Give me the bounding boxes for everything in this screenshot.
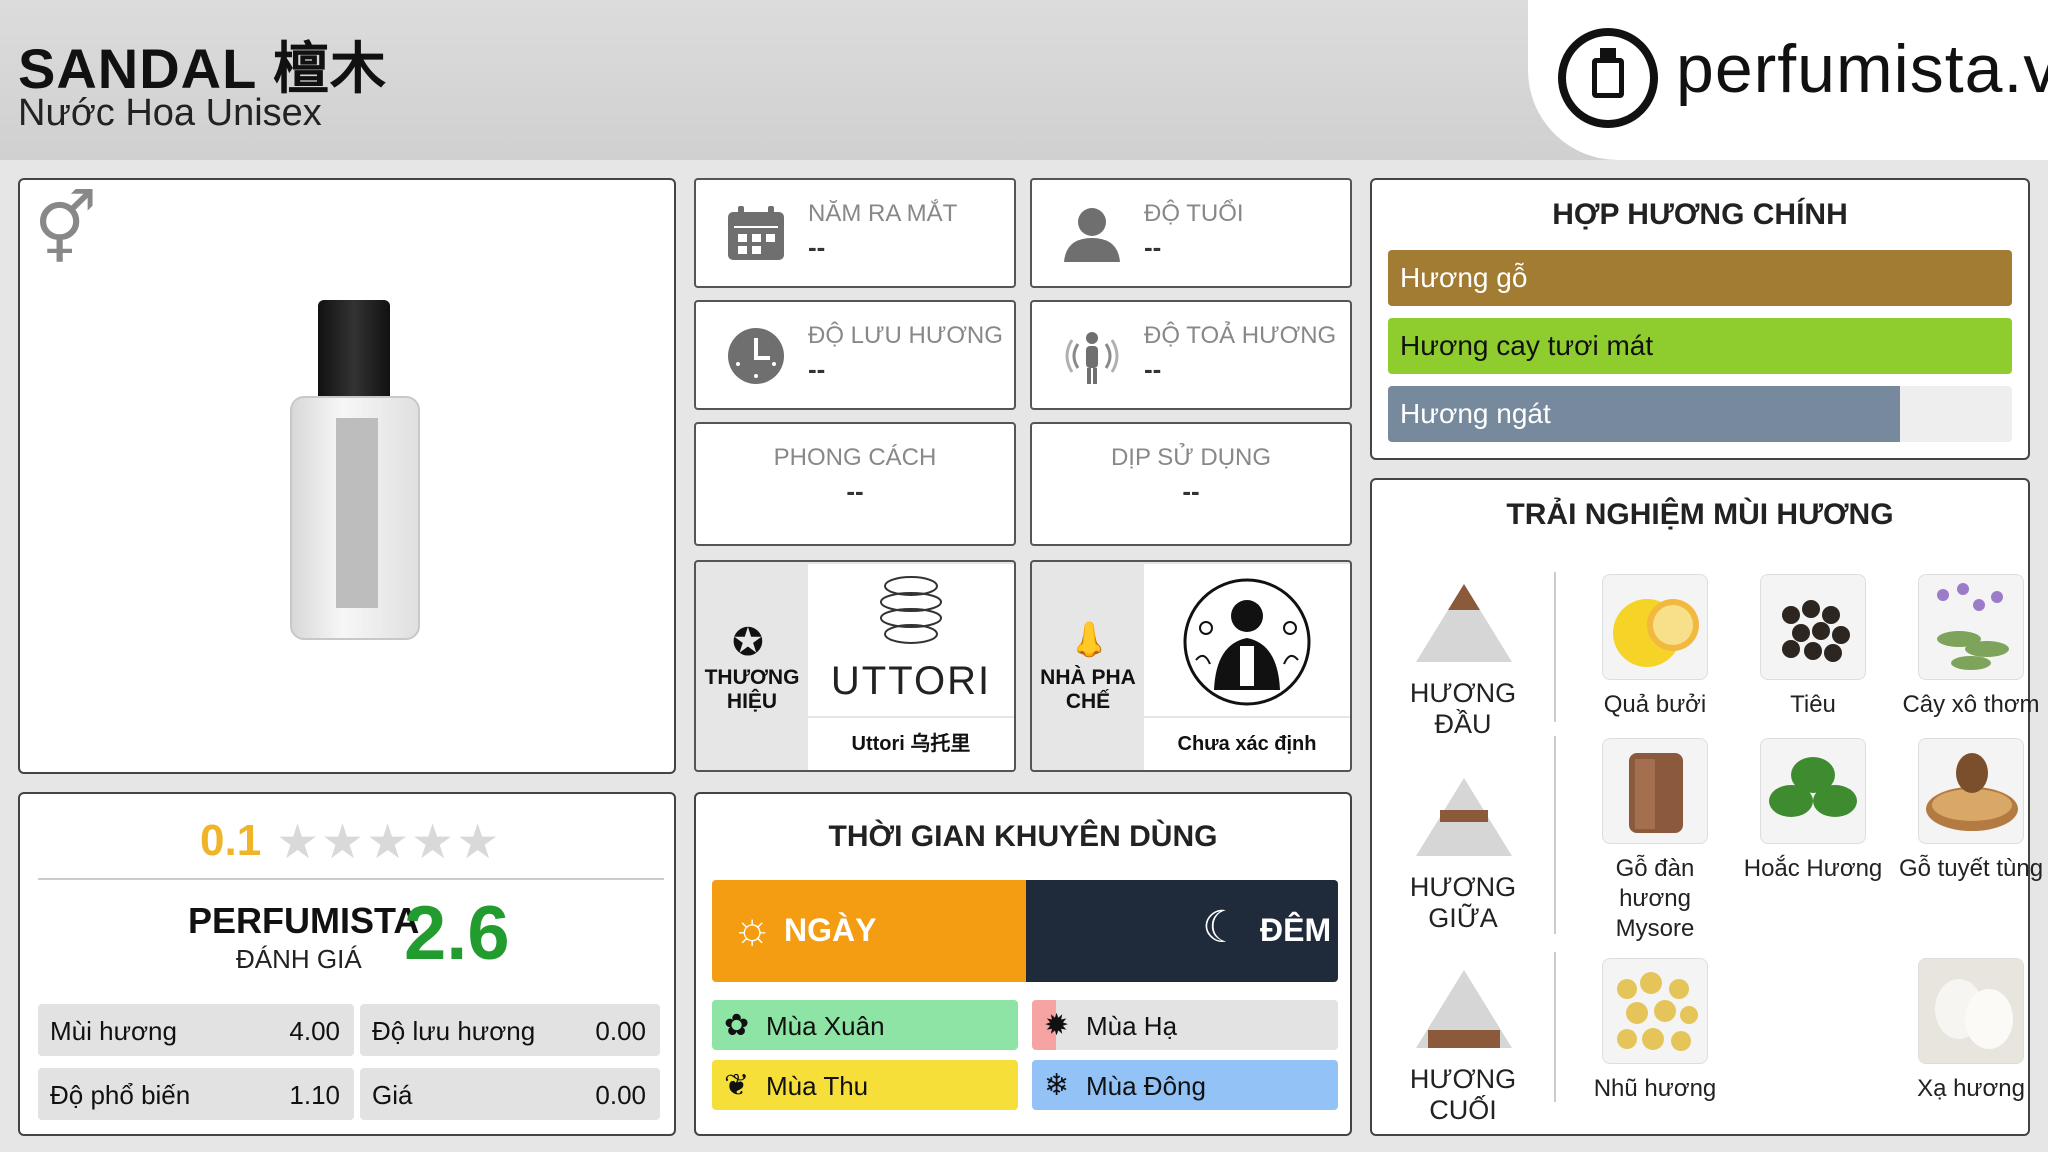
accord-item[interactable]: Hương gỗ	[1388, 250, 2012, 306]
logo-text: perfumista.vn	[1676, 31, 2048, 107]
perfumista-label: PERFUMISTA	[188, 900, 420, 941]
flower-icon: ✿	[724, 1009, 750, 1042]
sun-season-icon: ✹	[1044, 1009, 1070, 1042]
day-label: NGÀY	[784, 912, 877, 948]
divider	[1554, 952, 1556, 1102]
time-title: THỜI GIAN KHUYÊN DÙNG	[828, 820, 1218, 853]
season-spring[interactable]: ✿ Mùa Xuân	[712, 1000, 1018, 1050]
night-label: ĐÊM	[1260, 912, 1332, 948]
perfume-subtitle: Nước Hoa Unisex	[18, 92, 322, 134]
sillage-card: ĐỘ TOẢ HƯƠNG --	[1030, 300, 1352, 410]
age-value: --	[1144, 232, 1162, 262]
release-year-value: --	[808, 232, 826, 262]
middle-notes-label: HƯƠNG GIỮA	[1409, 872, 1517, 933]
perfume-bottle-image	[290, 300, 420, 640]
night-block[interactable]: ☾ ĐÊM	[1026, 880, 1338, 982]
style-value: --	[846, 476, 864, 506]
sillage-person-icon	[1065, 332, 1119, 384]
longevity-card: ĐỘ LƯU HƯƠNG --	[694, 300, 1016, 410]
moon-icon: ☾	[1202, 903, 1242, 952]
unisex-gender-icon: ⚥	[34, 190, 98, 268]
style-label: PHONG CÁCH	[773, 444, 937, 471]
divider	[1554, 572, 1556, 722]
perfumista-score: 2.6	[404, 891, 510, 976]
note-patchouli[interactable]: Hoắc Hương	[1738, 738, 1888, 884]
longevity-label: ĐỘ LƯU HƯƠNG	[808, 322, 1003, 349]
note-mysore-sandalwood[interactable]: Gỗ đàn hương Mysore	[1580, 738, 1730, 944]
nose-icon: 👃	[1068, 621, 1111, 659]
brand-star-icon: ✪	[732, 622, 764, 664]
user-icon	[1064, 208, 1120, 262]
svg-text:UTTORI: UTTORI	[831, 659, 991, 703]
product-image-card: ⚥	[18, 178, 676, 774]
divider	[1554, 736, 1556, 934]
note-frankincense[interactable]: Nhũ hương	[1580, 958, 1730, 1104]
perfumer-name: Chưa xác định	[1144, 718, 1350, 770]
clock-icon	[728, 328, 784, 384]
notes-title: TRẢI NGHIỆM MÙI HƯƠNG	[1506, 498, 1894, 531]
occasion-card: DỊP SỬ DỤNG --	[1030, 422, 1352, 546]
occasion-label: DỊP SỬ DỤNG	[1110, 444, 1272, 471]
star-rating[interactable]: ★★★★★	[276, 814, 501, 870]
perfume-bottle-logo-icon	[1558, 28, 1658, 128]
accord-item[interactable]: Hương ngát	[1388, 386, 2012, 442]
brand-card[interactable]: ✪ THƯƠNG HIỆU UTTORI Uttori 乌托里	[694, 560, 1016, 772]
season-winter[interactable]: ❄ Mùa Đông	[1032, 1060, 1338, 1110]
top-notes-label: HƯƠNG ĐẦU	[1409, 678, 1517, 739]
age-label: ĐỘ TUỔI	[1144, 200, 1244, 227]
perfumer-card[interactable]: 👃 NHÀ PHA CHẾ Chưa xác định	[1030, 560, 1352, 772]
logo[interactable]: perfumista.vn	[1528, 0, 2048, 160]
recommended-time-card: THỜI GIAN KHUYÊN DÙNG ☼ NGÀY ☾ ĐÊM ✿ Mùa …	[694, 792, 1352, 1136]
leaf-icon: ❦	[724, 1069, 750, 1102]
sillage-value: --	[1144, 354, 1162, 384]
longevity-value: --	[808, 354, 826, 384]
perfumer-avatar	[1144, 564, 1350, 716]
season-summer[interactable]: ✹ Mùa Hạ	[1032, 1000, 1338, 1050]
note-sage[interactable]: Cây xô thơm	[1896, 574, 2046, 720]
user-rating-score: 0.1	[200, 816, 262, 865]
brand-logo: UTTORI	[808, 564, 1014, 716]
perfumer-label: NHÀ PHA CHẾ	[1040, 666, 1136, 713]
snowflake-icon: ❄	[1044, 1069, 1070, 1102]
note-cedarwood[interactable]: Gỗ tuyết tùng	[1896, 738, 2046, 884]
perfumista-sublabel: ĐÁNH GIÁ	[236, 944, 362, 974]
sillage-label: ĐỘ TOẢ HƯƠNG	[1144, 322, 1337, 349]
header: SANDAL 檀木 Nước Hoa Unisex perfumista.vn	[0, 0, 2048, 160]
occasion-value: --	[1182, 476, 1200, 506]
release-year-card: NĂM RA MẮT --	[694, 178, 1016, 288]
accords-title: HỢP HƯƠNG CHÍNH	[1552, 198, 1848, 231]
metric-scent: Mùi hương 4.00	[38, 1004, 354, 1056]
note-grapefruit[interactable]: Quả bưởi	[1580, 574, 1730, 720]
season-autumn[interactable]: ❦ Mùa Thu	[712, 1060, 1018, 1110]
metric-popularity: Độ phổ biến 1.10	[38, 1068, 354, 1120]
style-card: PHONG CÁCH --	[694, 422, 1016, 546]
brand-label: THƯƠNG HIỆU	[704, 666, 800, 713]
day-block[interactable]: ☼ NGÀY	[712, 880, 1026, 982]
metric-price: Giá 0.00	[360, 1068, 660, 1120]
note-musk[interactable]: Xạ hương	[1896, 958, 2046, 1104]
note-pepper[interactable]: Tiêu	[1738, 574, 1888, 720]
main-accords-card: HỢP HƯƠNG CHÍNH Hương gỗ Hương cay tươi …	[1370, 178, 2030, 460]
metric-longevity: Độ lưu hương 0.00	[360, 1004, 660, 1056]
age-card: ĐỘ TUỔI --	[1030, 178, 1352, 288]
rating-card: 0.1 ★★★★★ PERFUMISTA ĐÁNH GIÁ 2.6 Mùi hư…	[18, 792, 676, 1136]
sun-icon: ☼	[732, 904, 773, 953]
accord-item[interactable]: Hương cay tươi mát	[1388, 318, 2012, 374]
brand-name: Uttori 乌托里	[808, 718, 1014, 770]
calendar-icon	[728, 206, 784, 260]
scent-notes-card: TRẢI NGHIỆM MÙI HƯƠNG HƯƠNG ĐẦU Quả bưởi…	[1370, 478, 2043, 1136]
base-notes-label: HƯƠNG CUỐI	[1409, 1064, 1517, 1125]
release-year-label: NĂM RA MẮT	[808, 200, 958, 227]
divider	[38, 878, 664, 880]
